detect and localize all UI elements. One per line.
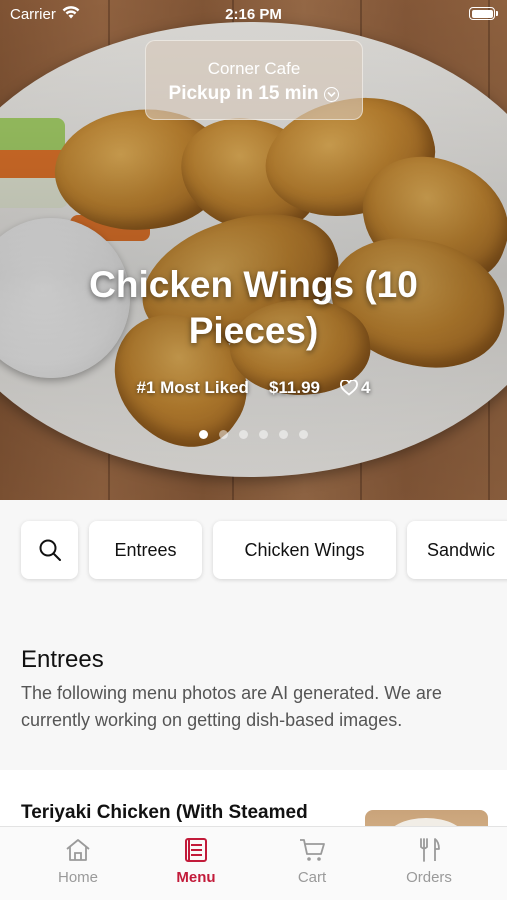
search-icon xyxy=(39,539,61,561)
featured-dish-title: Chicken Wings (10 Pieces) xyxy=(89,264,418,351)
featured-dish-meta: #1 Most Liked $11.99 4 xyxy=(0,378,507,398)
tab-home[interactable]: Home xyxy=(28,837,128,886)
category-chip-sandwiches[interactable]: Sandwic xyxy=(407,521,507,579)
store-name: Corner Cafe xyxy=(207,59,301,78)
carousel-dot[interactable] xyxy=(239,430,248,439)
battery-icon xyxy=(469,7,498,20)
menu-item-card[interactable]: Teriyaki Chicken (With Steamed xyxy=(0,770,507,828)
most-liked-badge: #1 Most Liked xyxy=(136,378,249,397)
tab-orders[interactable]: Orders xyxy=(379,837,479,886)
pickup-time: Pickup in 15 min xyxy=(168,83,319,104)
featured-price: $11.99 xyxy=(268,378,320,397)
carousel-dot[interactable] xyxy=(199,430,208,439)
likes-value: 4 xyxy=(361,378,371,397)
status-time: 2:16 PM xyxy=(225,6,282,23)
likes-count[interactable]: 4 xyxy=(340,378,370,398)
tab-cart[interactable]: Cart xyxy=(262,837,362,886)
tab-cart-label: Cart xyxy=(297,869,327,886)
carousel-dot[interactable] xyxy=(259,430,268,439)
store-selector[interactable]: Corner Cafe Pickup in 15 min xyxy=(145,40,363,120)
category-chip-entrees[interactable]: Entrees xyxy=(89,521,202,579)
menu-item-name: Teriyaki Chicken (With Steamed xyxy=(21,802,308,823)
utensils-icon xyxy=(420,838,440,862)
tab-home-label: Home xyxy=(57,869,98,886)
tab-orders-label: Orders xyxy=(406,869,452,886)
category-chip-chicken-wings[interactable]: Chicken Wings xyxy=(213,521,396,579)
carousel-dot[interactable] xyxy=(219,430,228,439)
category-bar: Entrees Chicken Wings Sandwic xyxy=(0,500,507,600)
tab-menu[interactable]: Menu xyxy=(146,837,246,886)
cart-icon xyxy=(300,839,325,861)
bottom-tab-bar: Home Menu Cart Orders xyxy=(0,826,507,900)
menu-section-entrees: Entrees The following menu photos are AI… xyxy=(0,600,507,770)
home-icon xyxy=(66,839,90,861)
menu-book-icon xyxy=(185,838,207,862)
search-button[interactable] xyxy=(21,521,78,579)
chevron-down-circle-icon xyxy=(324,86,340,102)
tab-menu-label: Menu xyxy=(176,869,216,886)
section-title: Entrees xyxy=(21,646,104,673)
section-description: The following menu photos are AI generat… xyxy=(21,683,442,730)
heart-icon xyxy=(340,380,358,396)
carousel-page-indicator[interactable] xyxy=(0,430,507,439)
status-bar: Carrier 2:16 PM xyxy=(0,0,507,28)
carousel-dot[interactable] xyxy=(279,430,288,439)
carousel-dot[interactable] xyxy=(299,430,308,439)
